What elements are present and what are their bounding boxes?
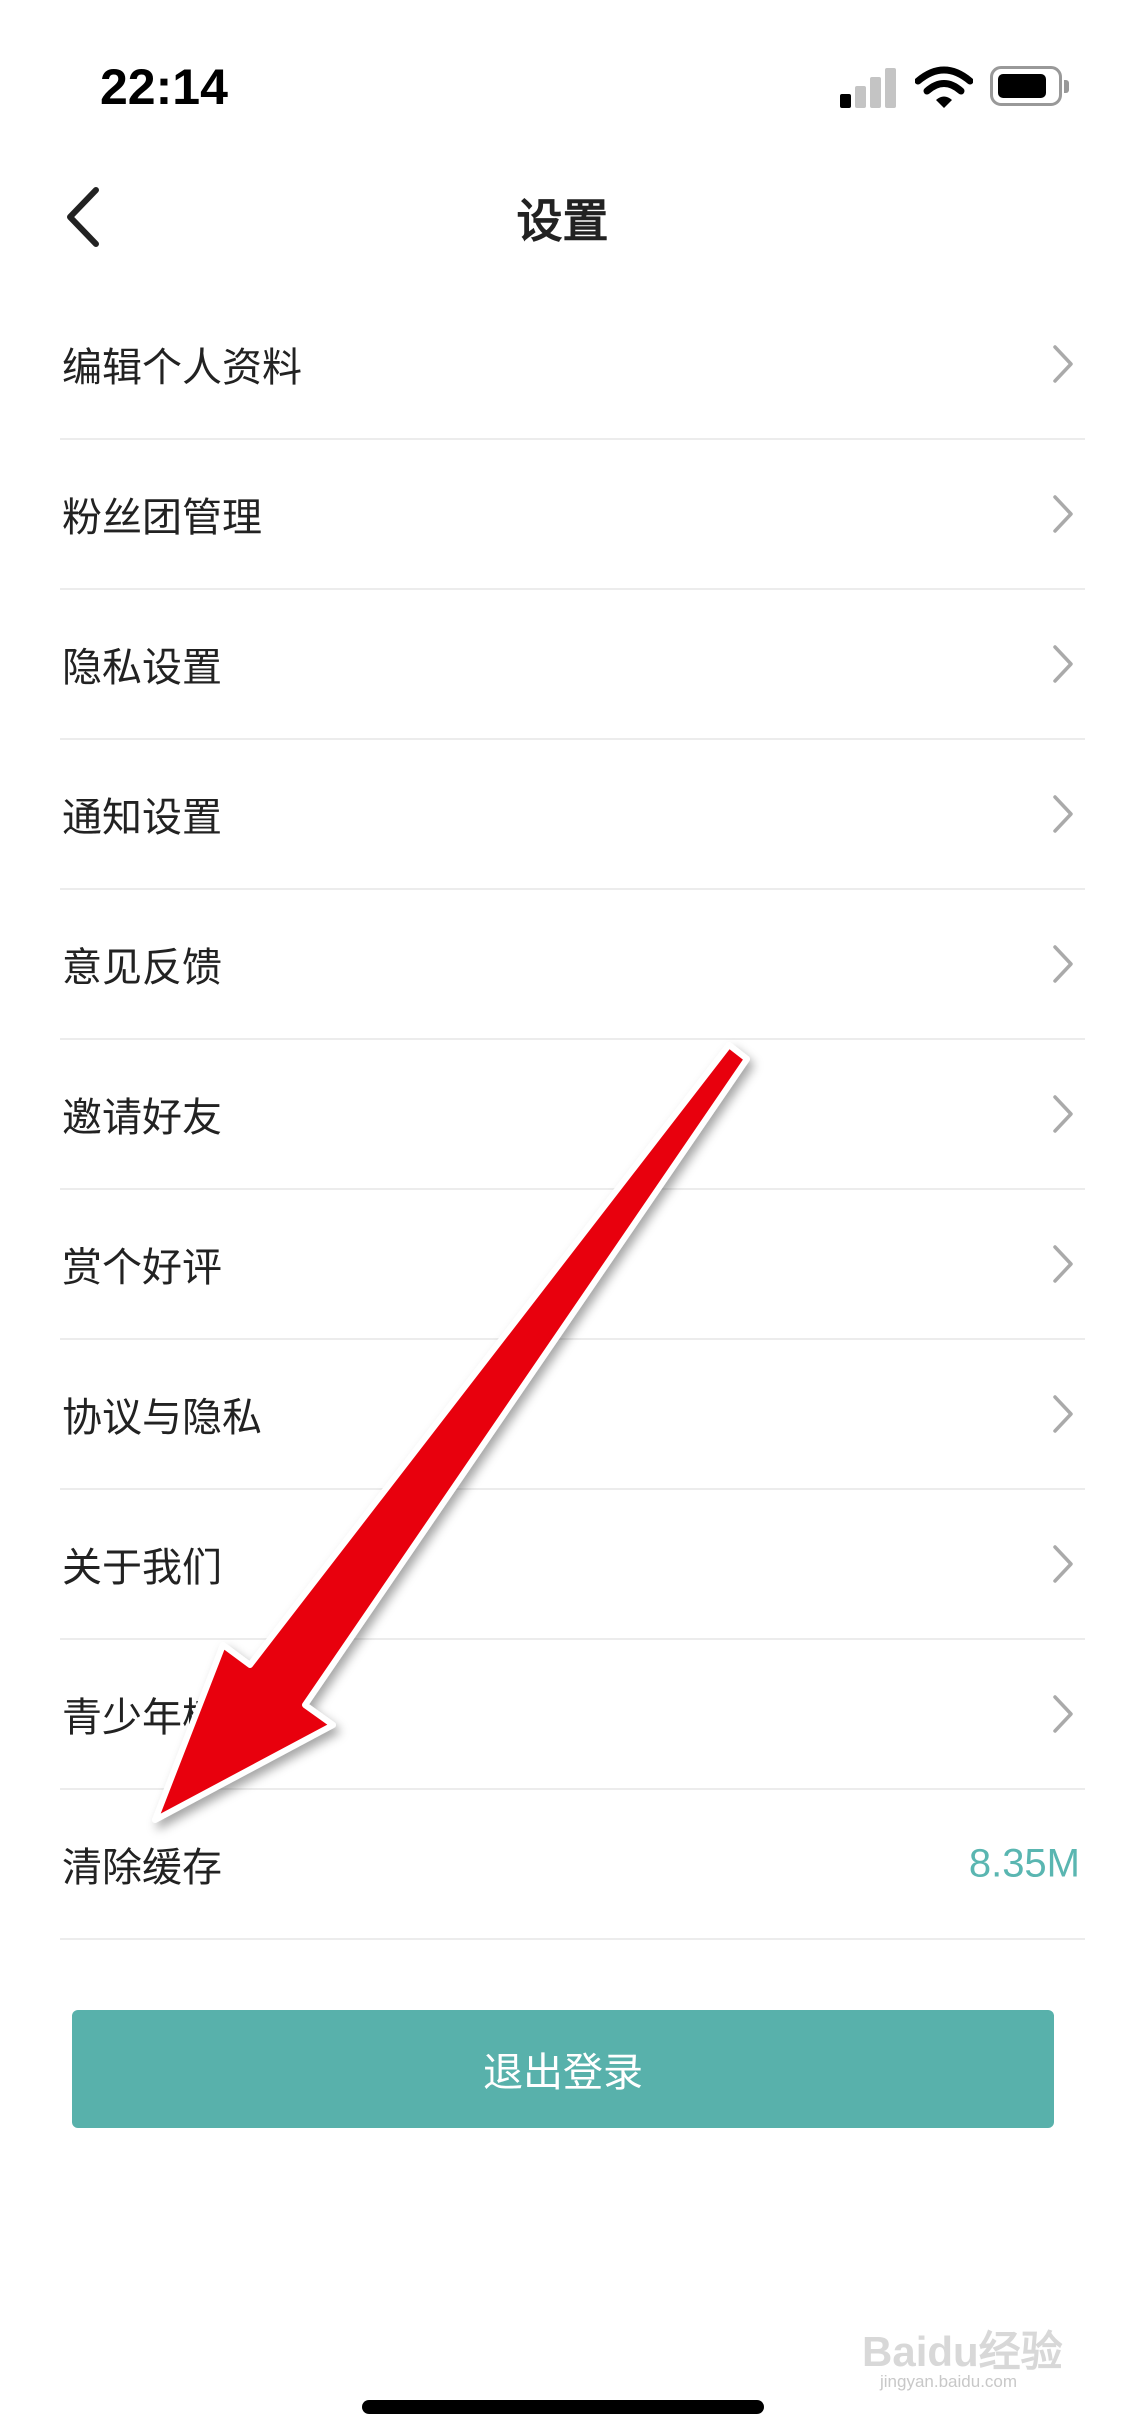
chevron-right-icon xyxy=(1053,1395,1073,1433)
menu-item-label: 邀请好友 xyxy=(62,1095,222,1141)
settings-menu: 编辑个人资料 粉丝团管理 隐私设置 通知设置 意见反馈 邀请好友 赏个好评 协议… xyxy=(60,290,1085,1940)
chevron-right-icon xyxy=(1053,645,1073,683)
menu-item-label: 编辑个人资料 xyxy=(62,345,302,391)
page-title: 设置 xyxy=(516,194,609,248)
menu-item-label: 协议与隐私 xyxy=(62,1395,262,1441)
status-bar: 22:14 xyxy=(0,0,1125,140)
menu-item-label: 粉丝团管理 xyxy=(62,495,262,541)
chevron-right-icon xyxy=(1053,1095,1073,1133)
chevron-right-icon xyxy=(1053,945,1073,983)
chevron-right-icon xyxy=(1053,1245,1073,1283)
chevron-right-icon xyxy=(1053,1545,1073,1583)
chevron-right-icon xyxy=(1053,795,1073,833)
menu-item-feedback[interactable]: 意见反馈 xyxy=(60,890,1085,1040)
menu-item-label: 关于我们 xyxy=(62,1545,222,1591)
watermark-logo: Baidu经验 xyxy=(862,2328,1063,2375)
chevron-right-icon xyxy=(1053,495,1073,533)
menu-item-about-us[interactable]: 关于我们 xyxy=(60,1490,1085,1640)
menu-item-label: 清除缓存 xyxy=(62,1845,222,1891)
menu-item-label: 意见反馈 xyxy=(62,945,222,991)
menu-item-fan-club[interactable]: 粉丝团管理 xyxy=(60,440,1085,590)
menu-item-teen-mode[interactable]: 青少年模式 xyxy=(60,1640,1085,1790)
watermark-url: jingyan.baidu.com xyxy=(880,2372,1018,2391)
menu-item-agreement-privacy[interactable]: 协议与隐私 xyxy=(60,1340,1085,1490)
logout-button[interactable]: 退出登录 xyxy=(72,2010,1054,2128)
chevron-right-icon xyxy=(1053,1695,1073,1733)
menu-item-notification-settings[interactable]: 通知设置 xyxy=(60,740,1085,890)
menu-item-edit-profile[interactable]: 编辑个人资料 xyxy=(60,290,1085,440)
status-time: 22:14 xyxy=(100,59,228,115)
home-indicator xyxy=(362,2400,764,2414)
menu-item-label: 通知设置 xyxy=(62,795,222,841)
menu-item-privacy-settings[interactable]: 隐私设置 xyxy=(60,590,1085,740)
menu-item-label: 隐私设置 xyxy=(62,645,222,691)
wifi-icon xyxy=(915,66,973,108)
menu-item-label: 赏个好评 xyxy=(62,1245,222,1291)
cache-size-value: 8.35M xyxy=(968,1841,1080,1886)
menu-item-clear-cache[interactable]: 清除缓存 8.35M xyxy=(60,1790,1085,1940)
menu-item-rate-app[interactable]: 赏个好评 xyxy=(60,1190,1085,1340)
cellular-signal-icon xyxy=(840,66,898,108)
menu-item-invite-friends[interactable]: 邀请好友 xyxy=(60,1040,1085,1190)
navigation-bar: 设置 xyxy=(0,150,1125,280)
menu-item-label: 青少年模式 xyxy=(62,1695,262,1741)
chevron-right-icon xyxy=(1053,345,1073,383)
battery-icon xyxy=(990,66,1069,106)
